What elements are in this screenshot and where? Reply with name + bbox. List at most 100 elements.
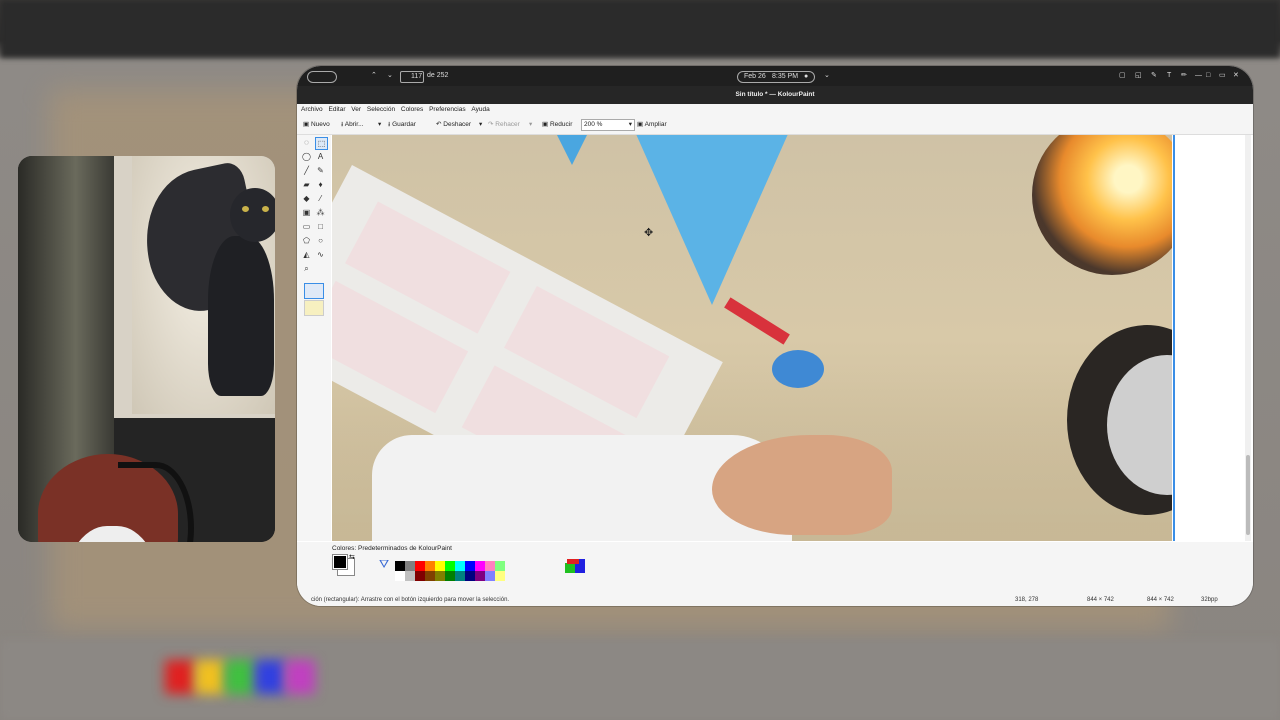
color-swatch[interactable] (485, 571, 495, 581)
open-label: Abrir... (344, 121, 364, 128)
zoom-in-label: Ampliar (644, 121, 667, 128)
canvas-margin (1173, 135, 1253, 541)
fire-glow (1032, 135, 1172, 275)
menu-seleccion[interactable]: Selección (367, 104, 395, 116)
free-select-icon[interactable]: ◌ (301, 137, 312, 148)
pencil-icon[interactable]: ✏ (1181, 72, 1187, 80)
winged-cat-head (230, 188, 275, 242)
cat-eye (262, 206, 269, 212)
color-swatch[interactable] (495, 561, 505, 571)
color-swatch[interactable] (435, 571, 445, 581)
color-swatch[interactable] (415, 561, 425, 571)
color-swatch[interactable] (465, 561, 475, 571)
color-swatch[interactable] (485, 561, 495, 571)
text-tool-icon[interactable]: A (315, 151, 326, 162)
color-swatch[interactable] (495, 571, 505, 581)
zoom-out-icon: ▣ (542, 121, 549, 128)
undo-dropdown-icon[interactable]: ▾ (479, 120, 482, 130)
color-swatch[interactable] (475, 561, 485, 571)
color-swatch[interactable] (425, 571, 435, 581)
menu-editar[interactable]: Editar (329, 104, 346, 116)
vertical-scrollbar[interactable] (1245, 135, 1251, 541)
chevron-down-icon[interactable]: ⌄ (387, 72, 393, 80)
menu-colores[interactable]: Colores (401, 104, 423, 116)
line-tool-icon[interactable]: ╱ (301, 165, 312, 176)
color-swatch[interactable] (405, 571, 415, 581)
eraser-icon[interactable]: ▰ (301, 179, 312, 190)
color-swatch[interactable] (445, 571, 455, 581)
new-button[interactable]: ▣ Nuevo (303, 120, 330, 130)
text-icon[interactable]: T (1167, 72, 1171, 80)
color-swatch[interactable] (435, 561, 445, 571)
fill-icon[interactable]: ◆ (301, 193, 312, 204)
spraycan-icon[interactable]: ⁂ (315, 207, 326, 218)
blurred-swatch (195, 660, 225, 694)
color-swatch[interactable] (465, 571, 475, 581)
open-dropdown-icon[interactable]: ▾ (378, 120, 381, 130)
color-swatch[interactable] (415, 571, 425, 581)
menu-preferencias[interactable]: Preferencias (429, 104, 466, 116)
color-swatch[interactable] (425, 561, 435, 571)
close-icon[interactable]: ✕ (1233, 72, 1239, 80)
color-swatch[interactable] (405, 561, 415, 571)
chat-icon[interactable]: ▢ (1119, 72, 1126, 80)
zoom-out-button[interactable]: ▣ Reducir (542, 120, 572, 130)
page-total: de 252 (427, 72, 449, 79)
swap-colors-icon[interactable]: ⇆ (349, 553, 355, 561)
color-swatch[interactable] (395, 561, 405, 571)
ellipse-select-icon[interactable]: ◯ (301, 151, 312, 162)
menu-bar: Archivo Editar Ver Selección Colores Pre… (297, 104, 1253, 116)
color-swatch[interactable] (455, 571, 465, 581)
curve-icon[interactable]: ∿ (315, 249, 326, 260)
cat-eye (242, 206, 249, 212)
color-eraser-icon[interactable]: ▣ (301, 207, 312, 218)
palette-label: Colores: Predeterminados de KolourPaint (332, 545, 452, 552)
polyline-icon[interactable]: ◭ (301, 249, 312, 260)
menu-ayuda[interactable]: Ayuda (471, 104, 489, 116)
color-similarity-icon[interactable]: ⛛ (379, 557, 389, 572)
foreground-color-box[interactable] (332, 554, 348, 570)
selection-opaque-icon[interactable] (304, 283, 324, 299)
selection-transparent-icon[interactable] (304, 300, 324, 316)
color-swatch[interactable] (395, 571, 405, 581)
zoom-in-button[interactable]: ▣ Ampliar (637, 120, 667, 130)
color-picker-icon[interactable]: ⁄ (315, 193, 326, 204)
window-icon[interactable]: ▭ (1219, 72, 1226, 80)
square-icon[interactable]: □ (1206, 72, 1210, 80)
winged-cat-body (208, 236, 274, 396)
tray-toggle[interactable] (307, 71, 337, 83)
pen-tool-icon[interactable]: ✎ (315, 165, 326, 176)
color-swatch[interactable] (455, 561, 465, 571)
redo-dropdown-icon[interactable]: ▾ (529, 120, 532, 130)
open-button[interactable]: ⭳ Abrir... (341, 120, 364, 130)
status-message: ción (rectangular): Arrastre con el botó… (311, 597, 510, 603)
blurred-swatch (225, 660, 255, 694)
drawing-canvas[interactable]: ✥ (332, 135, 1172, 541)
comment-icon[interactable]: ◱ (1135, 72, 1142, 80)
color-swatch[interactable] (475, 571, 485, 581)
polygon-icon[interactable]: ⬠ (301, 235, 312, 246)
chevron-down-icon[interactable]: ⌄ (824, 72, 830, 80)
undo-button[interactable]: ↶ Deshacer (436, 120, 471, 130)
chevron-up-icon[interactable]: ⌃ (371, 72, 377, 80)
scrollbar-thumb[interactable] (1246, 455, 1250, 535)
ellipse-icon[interactable]: ○ (315, 235, 326, 246)
date-time-pill[interactable]: Feb 26 8:35 PM ● (737, 71, 815, 83)
zoom-select[interactable]: 200 % ▾ (581, 119, 635, 131)
brush-icon[interactable]: ♦ (315, 179, 326, 190)
rounded-rect-icon[interactable]: ▭ (301, 221, 312, 232)
minus-icon[interactable]: — (1195, 72, 1202, 80)
zoom-tool-icon[interactable]: ⌕ (301, 263, 312, 274)
page-number-field[interactable]: 117 (400, 71, 424, 83)
color-swatch[interactable] (445, 561, 455, 571)
pen-icon[interactable]: ✎ (1151, 72, 1157, 80)
redo-icon: ↷ (488, 121, 494, 128)
party-blower (772, 350, 824, 388)
time-text: 8:35 PM (772, 73, 799, 80)
menu-archivo[interactable]: Archivo (301, 104, 323, 116)
rectangle-icon[interactable]: □ (315, 221, 326, 232)
redo-button[interactable]: ↷ Rehacer (488, 120, 520, 130)
save-button[interactable]: ⭳ Guardar (388, 120, 416, 130)
menu-ver[interactable]: Ver (351, 104, 361, 116)
rect-select-icon[interactable]: ⬚ (315, 137, 328, 150)
